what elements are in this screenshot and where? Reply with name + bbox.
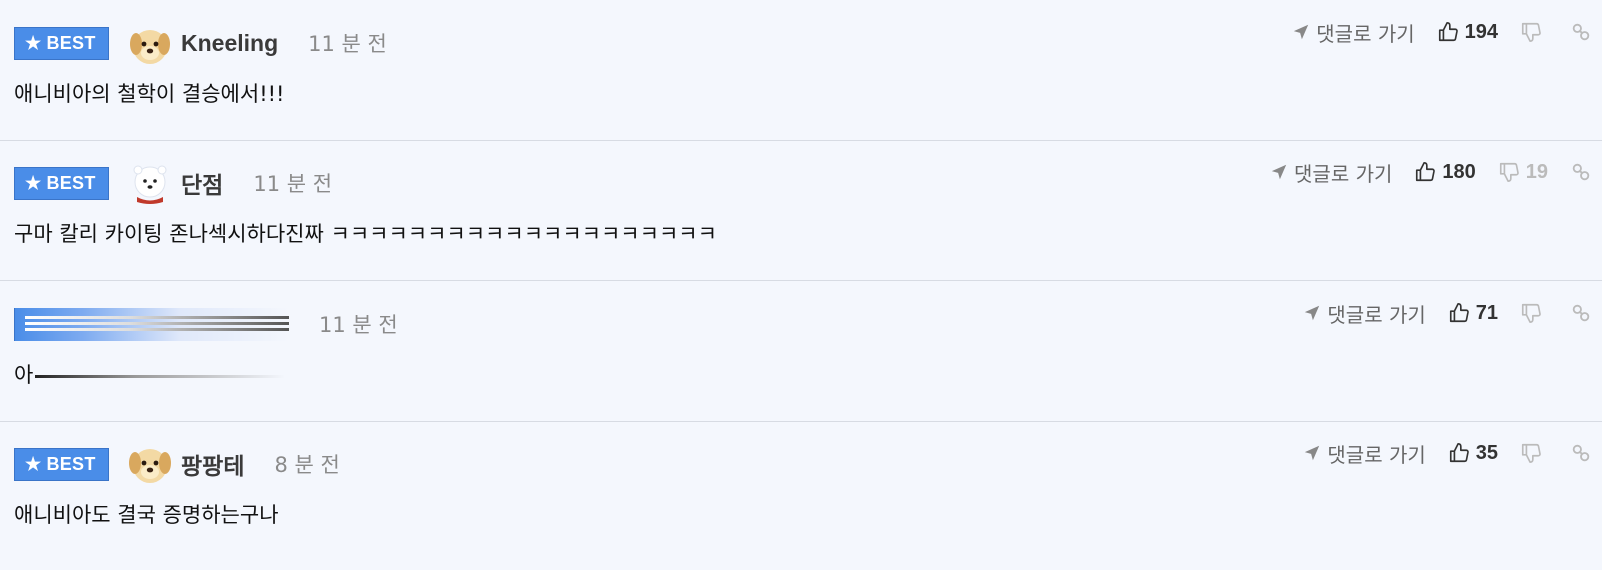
comment-header: ★ BEST Kneeling 11 분 전 xyxy=(14,24,387,64)
polar-bear-avatar-icon xyxy=(133,165,167,204)
goto-reply-button[interactable]: 댓글로 가기 xyxy=(1303,439,1426,468)
link-button[interactable] xyxy=(1570,161,1592,183)
comment-actions: 댓글로 가기 180 19 xyxy=(1270,157,1602,187)
link-icon xyxy=(1572,444,1590,462)
dislike-count: 19 xyxy=(1525,160,1548,183)
comment-text: 구마 칼리 카이팅 존나섹시하다진짜 ㅋㅋㅋㅋㅋㅋㅋㅋㅋㅋㅋㅋㅋㅋㅋㅋㅋㅋㅋㅋ xyxy=(14,222,717,246)
comment-text-visible: 아 xyxy=(14,363,34,387)
like-button[interactable]: 194 xyxy=(1437,21,1498,44)
nickname[interactable]: 팡팡테 xyxy=(181,447,244,481)
goto-reply-label: 댓글로 가기 xyxy=(1327,302,1426,327)
star-icon: ★ xyxy=(25,33,42,53)
comment-item: ★ BEST Kneeling 11 분 전 애니비아의 철학이 결승에서!!! xyxy=(0,0,1602,141)
like-count: 71 xyxy=(1475,301,1498,324)
star-icon: ★ xyxy=(25,173,42,193)
link-icon xyxy=(1572,304,1590,322)
comment-header: ★ BEST 팡팡테 8 분 전 xyxy=(14,445,340,483)
comment-header: ★ BEST 단점 11 분 전 xyxy=(14,164,333,204)
link-icon xyxy=(1572,23,1590,41)
link-icon xyxy=(1572,163,1590,181)
star-icon: ★ xyxy=(25,454,42,474)
thumbs-up-icon xyxy=(1416,162,1436,182)
thumbs-down-icon xyxy=(1521,22,1541,42)
link-button[interactable] xyxy=(1570,302,1592,324)
timestamp: 11 분 전 xyxy=(319,313,398,337)
thumbs-down-icon xyxy=(1499,162,1519,182)
comment-actions: 댓글로 가기 194 xyxy=(1292,17,1602,47)
obscured-streak xyxy=(25,315,289,319)
timestamp: 11 분 전 xyxy=(253,172,333,196)
timestamp: 8 분 전 xyxy=(274,453,340,477)
puppy-avatar-icon xyxy=(129,449,171,483)
comment-item: 11 분 전 아 댓글로 가기 71 xyxy=(0,281,1602,422)
thumbs-up-icon xyxy=(1449,443,1469,463)
navigation-arrow-icon xyxy=(1305,305,1320,321)
dislike-button[interactable]: 19 xyxy=(1498,161,1548,184)
goto-reply-button[interactable]: 댓글로 가기 xyxy=(1303,299,1426,328)
best-label: BEST xyxy=(46,172,96,193)
obscured-streak xyxy=(25,327,289,331)
navigation-arrow-icon xyxy=(1271,164,1287,180)
best-badge: ★ BEST xyxy=(14,26,109,60)
link-button[interactable] xyxy=(1570,21,1592,43)
comment-header: 11 분 전 xyxy=(14,305,398,343)
goto-reply-label: 댓글로 가기 xyxy=(1294,161,1393,186)
best-badge: ★ BEST xyxy=(14,166,109,200)
navigation-arrow-icon xyxy=(1305,445,1320,461)
like-count: 180 xyxy=(1442,160,1476,183)
best-badge: ★ BEST xyxy=(14,447,109,481)
like-button[interactable]: 71 xyxy=(1448,302,1498,325)
goto-reply-label: 댓글로 가기 xyxy=(1327,442,1426,467)
obscured-text xyxy=(35,374,286,378)
thumbs-down-icon xyxy=(1521,303,1541,323)
comment-actions: 댓글로 가기 71 xyxy=(1303,298,1602,328)
goto-reply-button[interactable]: 댓글로 가기 xyxy=(1292,18,1415,47)
thumbs-down-icon xyxy=(1521,443,1541,463)
like-count: 194 xyxy=(1464,20,1498,43)
best-label: BEST xyxy=(46,32,96,53)
timestamp: 11 분 전 xyxy=(308,32,387,56)
obscured-streak xyxy=(25,321,289,325)
comment-list: ★ BEST Kneeling 11 분 전 애니비아의 철학이 결승에서!!! xyxy=(0,0,1602,570)
best-label: BEST xyxy=(46,453,96,474)
dislike-button[interactable] xyxy=(1520,21,1548,43)
avatar[interactable] xyxy=(127,441,173,487)
dislike-button[interactable] xyxy=(1520,302,1548,324)
dislike-button[interactable] xyxy=(1520,442,1548,464)
like-count: 35 xyxy=(1475,441,1498,464)
navigation-arrow-icon xyxy=(1294,24,1309,40)
comment-text: 애니비아도 결국 증명하는구나 xyxy=(14,503,279,527)
nickname[interactable]: 단점 xyxy=(181,166,223,200)
avatar[interactable] xyxy=(127,160,173,206)
comment-item: ★ BEST 단점 11 분 전 구마 칼리 카이팅 존나섹시하다진짜 ㅋㅋㅋㅋ… xyxy=(0,140,1602,281)
like-button[interactable]: 180 xyxy=(1414,160,1476,184)
goto-reply-label: 댓글로 가기 xyxy=(1316,21,1415,46)
avatar[interactable] xyxy=(127,20,173,66)
thumbs-up-icon xyxy=(1438,22,1458,42)
comment-actions: 댓글로 가기 35 xyxy=(1303,438,1602,468)
link-button[interactable] xyxy=(1570,442,1592,464)
obscured-badge xyxy=(14,307,289,341)
nickname[interactable]: Kneeling xyxy=(181,30,278,57)
comment-text: 아 xyxy=(14,359,286,389)
puppy-avatar-icon xyxy=(130,30,170,64)
goto-reply-button[interactable]: 댓글로 가기 xyxy=(1270,158,1392,187)
thumbs-up-icon xyxy=(1449,303,1469,323)
like-button[interactable]: 35 xyxy=(1448,442,1498,465)
comment-text: 애니비아의 철학이 결승에서!!! xyxy=(14,82,285,106)
comment-item: ★ BEST 팡팡테 8 분 전 애니비아도 결국 증명하는구나 댓글로 가기 … xyxy=(0,421,1602,570)
